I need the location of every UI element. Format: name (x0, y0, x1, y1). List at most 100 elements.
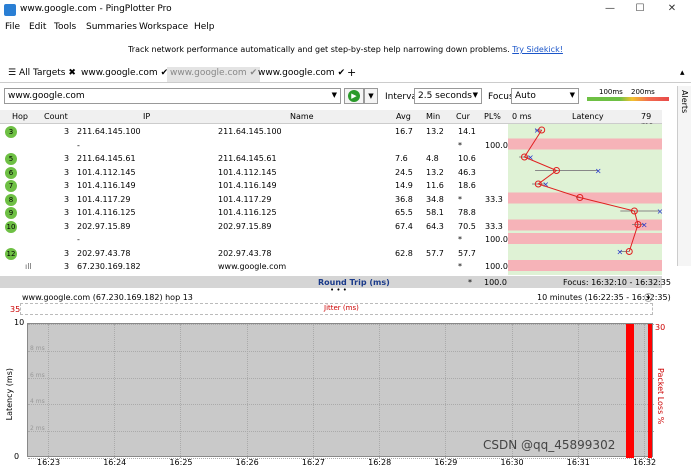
cell-count: 3 (64, 248, 70, 258)
menu-workspace[interactable]: Workspace (139, 22, 188, 32)
grid-line-vertical (48, 324, 49, 458)
interval-select[interactable]: 2.5 seconds ▼ (414, 88, 482, 104)
cell-name: 202.97.43.78 (218, 248, 272, 258)
table-row[interactable]: 9 3 101.4.116.125 101.4.116.125 65.5 58.1 78.8 (0, 206, 508, 220)
cell-cur: * (458, 235, 462, 244)
watermark: CSDN @qq_45899302 (483, 438, 616, 452)
chevron-down-icon[interactable]: ▾ (644, 293, 653, 302)
round-trip-pl: 100.0 (484, 278, 507, 287)
start-options-button[interactable]: ▼ (364, 88, 378, 104)
tab-label: All Targets (18, 68, 66, 78)
trace-table: Hop Count IP Name Avg Min Cur PL% 0 ms L… (0, 110, 676, 294)
tab-label: www.google.com (81, 68, 158, 78)
grid-line (28, 431, 654, 433)
menu-file[interactable]: File (5, 22, 20, 32)
toolbar: www.google.com ▼ ▶ ▼ Interval 2.5 second… (0, 86, 691, 108)
interval-value: 2.5 seconds (418, 91, 472, 101)
grid-line (28, 404, 654, 406)
cell-min: 13.2 (426, 127, 444, 136)
table-row[interactable]: ıll 3 67.230.169.182 www.google.com * 100.0 (0, 260, 508, 274)
header-count[interactable]: Count (44, 112, 68, 121)
y-tick: 8 ms (30, 344, 45, 352)
tab-target-3[interactable]: www.google.com ✔ (255, 67, 348, 82)
menu-edit[interactable]: Edit (29, 22, 46, 32)
focus-select[interactable]: Auto ▼ (511, 88, 579, 104)
table-row[interactable]: 5 3 211.64.145.61 211.64.145.61 7.6 4.8 10.6 (0, 152, 508, 166)
packet-loss-band (508, 138, 662, 150)
cell-avg: 65.5 (395, 208, 413, 217)
table-row[interactable]: - * 100.0 (0, 233, 508, 247)
current-marker: × (595, 167, 602, 176)
cell-ip: 101.4.117.29 (77, 194, 131, 204)
table-row[interactable]: 12 3 202.97.43.78 202.97.43.78 62.8 57.7 57.7 (0, 247, 508, 261)
y-tick: 6 ms (30, 371, 45, 379)
cell-name: 211.64.145.100 (218, 127, 282, 136)
cell-name: www.google.com (218, 262, 287, 271)
hop-badge: 6 (5, 166, 17, 179)
table-row[interactable]: 6 3 101.4.112.145 101.4.112.145 24.5 13.2 46.3 (0, 166, 508, 180)
cell-cur: 57.7 (458, 248, 476, 258)
sidekick-link[interactable]: Try Sidekick! (512, 45, 563, 54)
target-value: www.google.com (8, 91, 85, 101)
header-cur[interactable]: Cur (456, 112, 470, 121)
header-min[interactable]: Min (426, 112, 440, 121)
jitter-max: 35 (10, 305, 21, 314)
hop-badge: 7 (5, 180, 17, 192)
header-ip[interactable]: IP (143, 112, 150, 121)
header-pl[interactable]: PL% (484, 112, 501, 121)
table-row[interactable]: 10 3 202.97.15.89 202.97.15.89 67.4 64.3 70.5 3… (0, 220, 508, 234)
cell-min: 34.8 (426, 194, 444, 204)
maximize-button[interactable]: ☐ (633, 3, 647, 14)
tab-all-targets[interactable]: ☰ All Targets ✖ (5, 67, 79, 82)
grid-line (28, 377, 654, 379)
chevron-down-icon[interactable]: ▼ (332, 91, 337, 99)
window-title: www.google.com - PingPlotter Pro (20, 4, 172, 14)
menu-tools[interactable]: Tools (54, 22, 76, 32)
grid-line (28, 350, 654, 352)
tabs-scroll-button[interactable]: ▴ (677, 67, 688, 82)
menu-summaries[interactable]: Summaries (86, 22, 137, 32)
close-button[interactable]: ✕ (665, 3, 679, 14)
tab-close-icon[interactable]: ✖ (68, 68, 76, 78)
x-tick: 16:24 (103, 458, 127, 467)
cell-pl: 100.0 (485, 140, 508, 150)
header-name[interactable]: Name (290, 112, 314, 121)
target-input[interactable]: www.google.com ▼ (4, 88, 341, 104)
tab-target-2[interactable]: www.google.com ✔ (167, 67, 261, 82)
header-hop[interactable]: Hop (12, 112, 28, 121)
header-latency[interactable]: Latency (572, 112, 604, 121)
x-tick: 16:26 (235, 458, 259, 467)
table-row[interactable]: 8 3 101.4.117.29 101.4.117.29 36.8 34.8 * 33.3 (0, 193, 508, 207)
cell-name: 211.64.145.61 (218, 154, 277, 163)
add-tab-button[interactable]: + (344, 65, 359, 80)
table-row[interactable]: - * 100.0 (0, 139, 508, 153)
table-row[interactable]: 7 3 101.4.116.149 101.4.116.149 14.9 11.6 18.6 (0, 179, 508, 193)
packet-loss-bar (626, 324, 634, 458)
bar-chart-icon[interactable]: ıll (25, 262, 32, 271)
cell-count: 3 (64, 194, 70, 204)
x-tick: 16:25 (169, 458, 193, 467)
scale-gradient (587, 97, 669, 101)
y-tick: 4 ms (30, 398, 45, 406)
info-banner: Track network performance automatically … (0, 45, 691, 59)
grid-line-vertical (312, 324, 314, 458)
cell-name: 101.4.112.145 (218, 167, 277, 177)
current-marker: × (617, 248, 624, 257)
focus-label: Focus (488, 92, 514, 102)
minimize-button[interactable]: — (603, 3, 617, 14)
tab-target-1[interactable]: www.google.com ✔ (78, 67, 171, 82)
header-avg[interactable]: Avg (396, 112, 411, 121)
alerts-sidebar[interactable]: Alerts (677, 86, 691, 266)
play-icon: ▶ (348, 90, 360, 102)
grid-line-vertical (379, 324, 381, 458)
grid-line-vertical (644, 324, 645, 458)
hop-badge: 9 (5, 207, 17, 219)
table-row[interactable]: 3 3 211.64.145.100 211.64.145.100 16.7 13.2 14… (0, 125, 508, 139)
cell-pl: 33.3 (485, 194, 503, 204)
menu-help[interactable]: Help (194, 22, 215, 32)
latency-scale: 100ms 200ms (587, 88, 669, 104)
timeline-graph: www.google.com (67.230.169.182) hop 13 1… (0, 293, 691, 473)
timeline-title: www.google.com (67.230.169.182) hop 13 (22, 293, 193, 302)
start-button[interactable]: ▶ (344, 88, 364, 104)
header-latency-min: 0 ms (512, 112, 532, 121)
